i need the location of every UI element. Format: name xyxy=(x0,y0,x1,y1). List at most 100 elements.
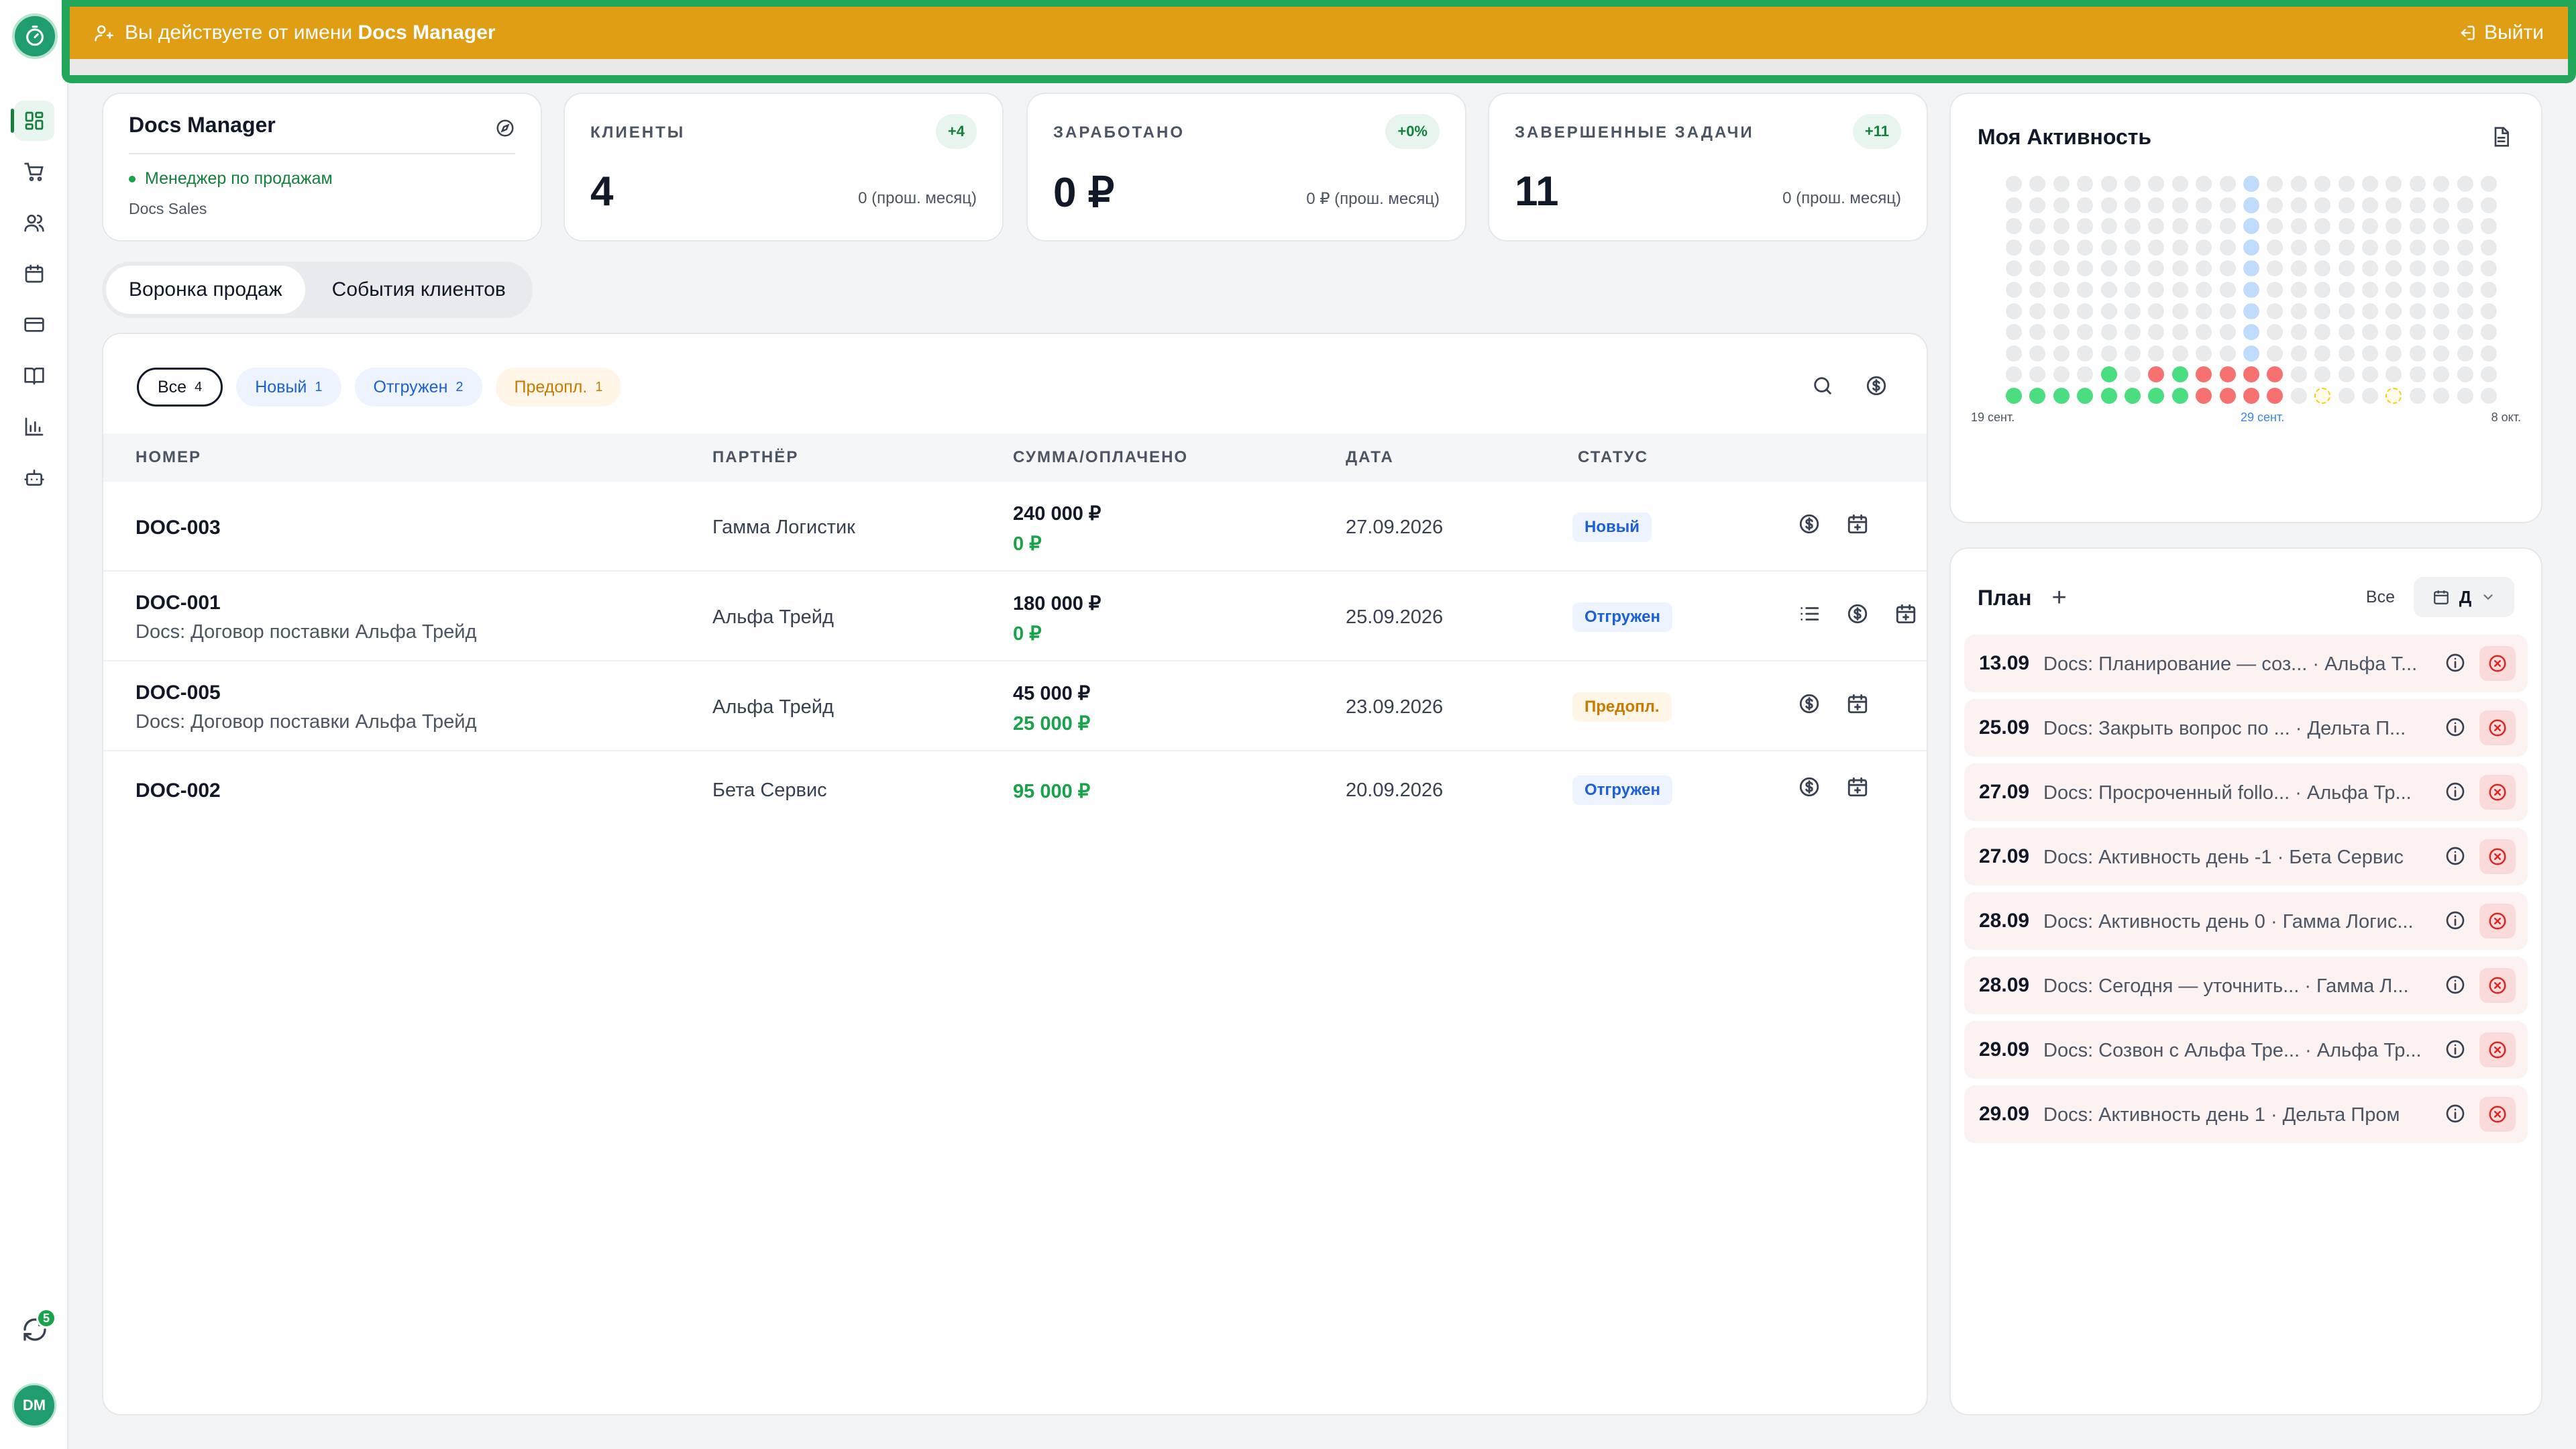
activity-cell[interactable] xyxy=(2314,197,2331,213)
activity-cell[interactable] xyxy=(2267,197,2284,213)
exit-impersonation-button[interactable]: Выйти xyxy=(2457,21,2544,44)
activity-cell[interactable] xyxy=(2029,218,2046,235)
activity-cell[interactable] xyxy=(2290,388,2307,404)
currency-icon[interactable] xyxy=(1865,374,1888,397)
activity-cell[interactable] xyxy=(2409,218,2426,235)
activity-cell[interactable] xyxy=(2267,282,2284,298)
activity-cell[interactable] xyxy=(2243,239,2259,256)
activity-cell[interactable] xyxy=(2314,260,2331,277)
filter-all[interactable]: Все 4 xyxy=(137,368,223,407)
activity-cell[interactable] xyxy=(2219,176,2236,192)
activity-cell[interactable] xyxy=(2385,260,2402,277)
calendar-add-icon[interactable] xyxy=(1894,602,1917,625)
activity-cell[interactable] xyxy=(2267,324,2284,341)
activity-cell[interactable] xyxy=(2053,324,2070,341)
activity-cell[interactable] xyxy=(2125,176,2141,192)
activity-cell[interactable] xyxy=(2029,176,2046,192)
activity-cell[interactable] xyxy=(2314,324,2331,341)
nav-automation[interactable] xyxy=(0,452,68,503)
filter-prepaid[interactable]: Предопл. 1 xyxy=(495,368,622,407)
activity-cell[interactable] xyxy=(2029,366,2046,383)
activity-cell[interactable] xyxy=(2385,345,2402,362)
activity-cell[interactable] xyxy=(2457,345,2473,362)
activity-cell[interactable] xyxy=(2029,303,2046,319)
activity-cell[interactable] xyxy=(2433,260,2450,277)
payment-icon[interactable] xyxy=(1846,602,1869,625)
activity-cell[interactable] xyxy=(2314,176,2331,192)
activity-cell[interactable] xyxy=(2077,345,2094,362)
activity-cell[interactable] xyxy=(2457,260,2473,277)
activity-cell[interactable] xyxy=(2481,176,2497,192)
activity-cell[interactable] xyxy=(2219,303,2236,319)
activity-cell[interactable] xyxy=(2267,176,2284,192)
activity-cell[interactable] xyxy=(2100,260,2117,277)
activity-cell[interactable] xyxy=(2006,303,2022,319)
activity-cell[interactable] xyxy=(2385,239,2402,256)
activity-cell[interactable] xyxy=(2290,239,2307,256)
activity-cell[interactable] xyxy=(2171,282,2188,298)
activity-cell[interactable] xyxy=(2219,239,2236,256)
activity-cell[interactable] xyxy=(2196,366,2212,383)
activity-cell[interactable] xyxy=(2314,366,2331,383)
activity-cell[interactable] xyxy=(2171,366,2188,383)
activity-cell[interactable] xyxy=(2196,324,2212,341)
activity-cell[interactable] xyxy=(2077,282,2094,298)
info-icon[interactable] xyxy=(2445,1038,2466,1060)
activity-cell[interactable] xyxy=(2338,388,2355,404)
activity-cell[interactable] xyxy=(2385,282,2402,298)
activity-cell[interactable] xyxy=(2243,388,2259,404)
activity-cell[interactable] xyxy=(2029,260,2046,277)
activity-cell[interactable] xyxy=(2125,366,2141,383)
activity-cell[interactable] xyxy=(2196,197,2212,213)
cancel-plan-button[interactable] xyxy=(2479,839,2516,874)
activity-cell[interactable] xyxy=(2053,176,2070,192)
cancel-plan-button[interactable] xyxy=(2479,775,2516,810)
activity-cell[interactable] xyxy=(2290,218,2307,235)
activity-cell[interactable] xyxy=(2314,388,2331,404)
activity-cell[interactable] xyxy=(2314,282,2331,298)
activity-cell[interactable] xyxy=(2100,345,2117,362)
activity-cell[interactable] xyxy=(2053,345,2070,362)
activity-cell[interactable] xyxy=(2053,197,2070,213)
activity-cell[interactable] xyxy=(2077,388,2094,404)
payment-icon[interactable] xyxy=(1798,775,1821,798)
nav-clients[interactable] xyxy=(0,197,68,248)
activity-cell[interactable] xyxy=(2219,282,2236,298)
activity-cell[interactable] xyxy=(2267,366,2284,383)
filter-new[interactable]: Новый 1 xyxy=(236,368,341,407)
activity-cell[interactable] xyxy=(2362,324,2378,341)
activity-cell[interactable] xyxy=(2100,282,2117,298)
activity-cell[interactable] xyxy=(2029,197,2046,213)
app-logo[interactable] xyxy=(12,13,58,59)
activity-cell[interactable] xyxy=(2362,366,2378,383)
activity-cell[interactable] xyxy=(2481,239,2497,256)
add-plan-button[interactable]: + xyxy=(2051,584,2066,612)
activity-cell[interactable] xyxy=(2314,345,2331,362)
activity-cell[interactable] xyxy=(2006,324,2022,341)
activity-cell[interactable] xyxy=(2077,324,2094,341)
activity-cell[interactable] xyxy=(2148,366,2165,383)
cancel-plan-button[interactable] xyxy=(2479,968,2516,1003)
activity-cell[interactable] xyxy=(2457,366,2473,383)
activity-cell[interactable] xyxy=(2267,345,2284,362)
activity-cell[interactable] xyxy=(2433,239,2450,256)
activity-cell[interactable] xyxy=(2077,176,2094,192)
activity-cell[interactable] xyxy=(2362,303,2378,319)
activity-cell[interactable] xyxy=(2385,176,2402,192)
activity-cell[interactable] xyxy=(2433,366,2450,383)
activity-cell[interactable] xyxy=(2196,345,2212,362)
activity-cell[interactable] xyxy=(2219,218,2236,235)
activity-cell[interactable] xyxy=(2433,324,2450,341)
activity-cell[interactable] xyxy=(2267,239,2284,256)
activity-cell[interactable] xyxy=(2338,282,2355,298)
plan-item[interactable]: 29.09 Docs: Активность день 1 · Дельта Пр… xyxy=(1964,1085,2528,1143)
plan-item[interactable]: 27.09 Docs: Просроченный follo... · Альфа… xyxy=(1964,763,2528,821)
activity-cell[interactable] xyxy=(2125,303,2141,319)
activity-cell[interactable] xyxy=(2148,324,2165,341)
activity-cell[interactable] xyxy=(2196,176,2212,192)
activity-cell[interactable] xyxy=(2219,345,2236,362)
activity-cell[interactable] xyxy=(2100,239,2117,256)
activity-cell[interactable] xyxy=(2362,176,2378,192)
activity-cell[interactable] xyxy=(2148,303,2165,319)
activity-cell[interactable] xyxy=(2148,345,2165,362)
